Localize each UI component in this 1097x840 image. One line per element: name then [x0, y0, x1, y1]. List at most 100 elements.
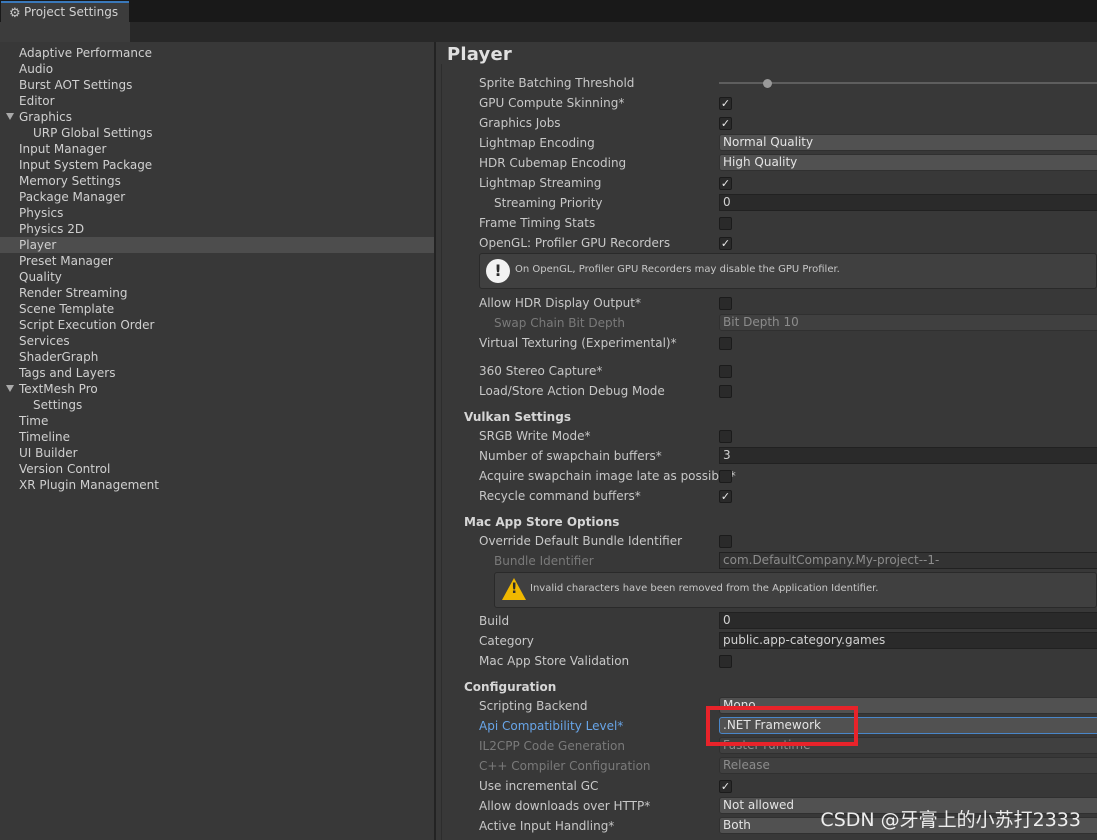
- sidebar-item-label: Physics: [19, 206, 64, 220]
- sidebar-item[interactable]: Input System Package: [0, 157, 434, 173]
- sidebar-item[interactable]: Graphics: [0, 109, 434, 125]
- sidebar-item-label: Physics 2D: [19, 222, 85, 236]
- row-allow-hdr: Allow HDR Display Output*: [479, 293, 1097, 313]
- info-helpbox: ! On OpenGL, Profiler GPU Recorders may …: [479, 253, 1097, 289]
- row-acquire-late: Acquire swapchain image late as possible…: [479, 466, 1097, 486]
- tab-project-settings[interactable]: ⚙ Project Settings: [1, 1, 129, 23]
- checkbox-checked[interactable]: ✓: [719, 117, 732, 130]
- checkbox-checked[interactable]: ✓: [719, 490, 732, 503]
- sidebar-item-label: TextMesh Pro: [19, 382, 98, 396]
- row-bundle-identifier: Bundle Identifier com.DefaultCompany.My-…: [479, 551, 1097, 571]
- checkbox-checked[interactable]: ✓: [719, 97, 732, 110]
- sidebar-item[interactable]: XR Plugin Management: [0, 477, 434, 493]
- row-build: Build 0: [479, 611, 1097, 631]
- sidebar-item[interactable]: Time: [0, 413, 434, 429]
- sidebar-item[interactable]: Package Manager: [0, 189, 434, 205]
- sidebar-item[interactable]: UI Builder: [0, 445, 434, 461]
- label: Number of swapchain buffers*: [479, 449, 662, 463]
- sidebar-item[interactable]: Tags and Layers: [0, 365, 434, 381]
- label: Override Default Bundle Identifier: [479, 534, 683, 548]
- sidebar-item[interactable]: Render Streaming: [0, 285, 434, 301]
- section-configuration: Configuration: [464, 680, 557, 694]
- sidebar-item-label: Version Control: [19, 462, 111, 476]
- build-input[interactable]: 0: [719, 612, 1097, 629]
- sidebar-item[interactable]: Physics: [0, 205, 434, 221]
- foldout-arrow-icon[interactable]: [6, 385, 14, 392]
- label: Build: [479, 614, 510, 628]
- scrollbar[interactable]: [441, 64, 442, 840]
- sidebar-item[interactable]: Physics 2D: [0, 221, 434, 237]
- slider-handle[interactable]: [763, 79, 772, 88]
- row-recycle-buffers: Recycle command buffers* ✓: [479, 486, 1097, 506]
- sidebar-item[interactable]: Memory Settings: [0, 173, 434, 189]
- sidebar-item-label: Render Streaming: [19, 286, 128, 300]
- sidebar-item[interactable]: TextMesh Pro: [0, 381, 434, 397]
- sidebar-item[interactable]: Adaptive Performance: [0, 45, 434, 61]
- label: Allow downloads over HTTP*: [479, 799, 651, 813]
- sidebar-item[interactable]: Burst AOT Settings: [0, 77, 434, 93]
- checkbox-checked[interactable]: ✓: [719, 177, 732, 190]
- checkbox-unchecked[interactable]: [719, 655, 732, 668]
- sidebar-item[interactable]: Preset Manager: [0, 253, 434, 269]
- checkbox-unchecked[interactable]: [719, 430, 732, 443]
- checkbox-unchecked[interactable]: [719, 297, 732, 310]
- foldout-arrow-icon[interactable]: [6, 113, 14, 120]
- category-input[interactable]: public.app-category.games: [719, 632, 1097, 649]
- row-graphics-jobs: Graphics Jobs ✓: [479, 113, 1097, 133]
- sidebar-item[interactable]: Scene Template: [0, 301, 434, 317]
- sidebar-item-label: ShaderGraph: [19, 350, 99, 364]
- sidebar-item-label: Graphics: [19, 110, 72, 124]
- sidebar-item[interactable]: Services: [0, 333, 434, 349]
- checkbox-unchecked[interactable]: [719, 385, 732, 398]
- sidebar-item-label: URP Global Settings: [33, 126, 153, 140]
- streaming-priority-input[interactable]: 0: [719, 194, 1097, 211]
- sidebar-item[interactable]: Timeline: [0, 429, 434, 445]
- checkbox-unchecked[interactable]: [719, 535, 732, 548]
- checkbox-unchecked[interactable]: [719, 337, 732, 350]
- label: Bundle Identifier: [494, 554, 594, 568]
- sidebar-item-label: Player: [19, 238, 57, 252]
- sidebar-item-label: Package Manager: [19, 190, 126, 204]
- sidebar-item[interactable]: URP Global Settings: [0, 125, 434, 141]
- toolbar-area: [130, 22, 1097, 42]
- section-mac-app-store: Mac App Store Options: [464, 515, 620, 529]
- sprite-batching-slider[interactable]: [719, 82, 1097, 84]
- bundle-identifier-input[interactable]: com.DefaultCompany.My-project--1-: [719, 552, 1097, 569]
- sidebar-item[interactable]: ShaderGraph: [0, 349, 434, 365]
- sidebar-item-label: Settings: [33, 398, 83, 412]
- lightmap-encoding-dropdown[interactable]: Normal Quality: [719, 134, 1097, 151]
- checkbox-unchecked[interactable]: [719, 470, 732, 483]
- sidebar-item[interactable]: Quality: [0, 269, 434, 285]
- sidebar-item-label: Quality: [19, 270, 62, 284]
- sidebar-item[interactable]: Editor: [0, 93, 434, 109]
- row-lightmap-encoding: Lightmap Encoding Normal Quality: [479, 133, 1097, 153]
- sidebar-item[interactable]: Version Control: [0, 461, 434, 477]
- label: Frame Timing Stats: [479, 216, 596, 230]
- sidebar-item[interactable]: Audio: [0, 61, 434, 77]
- checkbox-unchecked[interactable]: [719, 365, 732, 378]
- label: C++ Compiler Configuration: [479, 759, 651, 773]
- swapchain-buffers-input[interactable]: 3: [719, 447, 1097, 464]
- sidebar-item[interactable]: Settings: [0, 397, 434, 413]
- sidebar-item[interactable]: Script Execution Order: [0, 317, 434, 333]
- warning-icon: !: [502, 578, 526, 600]
- checkbox-checked[interactable]: ✓: [719, 780, 732, 793]
- label: Mac App Store Validation: [479, 654, 630, 668]
- label: Graphics Jobs: [479, 116, 561, 130]
- sidebar-item-label: Services: [19, 334, 70, 348]
- cpp-config-dropdown[interactable]: Release: [719, 757, 1097, 774]
- label: IL2CPP Code Generation: [479, 739, 626, 753]
- sidebar-list: Adaptive Performance Audio Burst AOT Setti…: [0, 45, 434, 493]
- sidebar-item[interactable]: Input Manager: [0, 141, 434, 157]
- label: Api Compatibility Level*: [479, 719, 624, 733]
- sidebar-item-label: XR Plugin Management: [19, 478, 159, 492]
- label: SRGB Write Mode*: [479, 429, 591, 443]
- hdr-cubemap-dropdown[interactable]: High Quality: [719, 154, 1097, 171]
- label: Swap Chain Bit Depth: [494, 316, 625, 330]
- checkbox-checked[interactable]: ✓: [719, 237, 732, 250]
- bit-depth-dropdown[interactable]: Bit Depth 10: [719, 314, 1097, 331]
- sidebar-item[interactable]: Player: [0, 237, 434, 253]
- row-streaming-priority: Streaming Priority 0: [479, 193, 1097, 213]
- checkbox-unchecked[interactable]: [719, 217, 732, 230]
- sidebar-item-label: Preset Manager: [19, 254, 113, 268]
